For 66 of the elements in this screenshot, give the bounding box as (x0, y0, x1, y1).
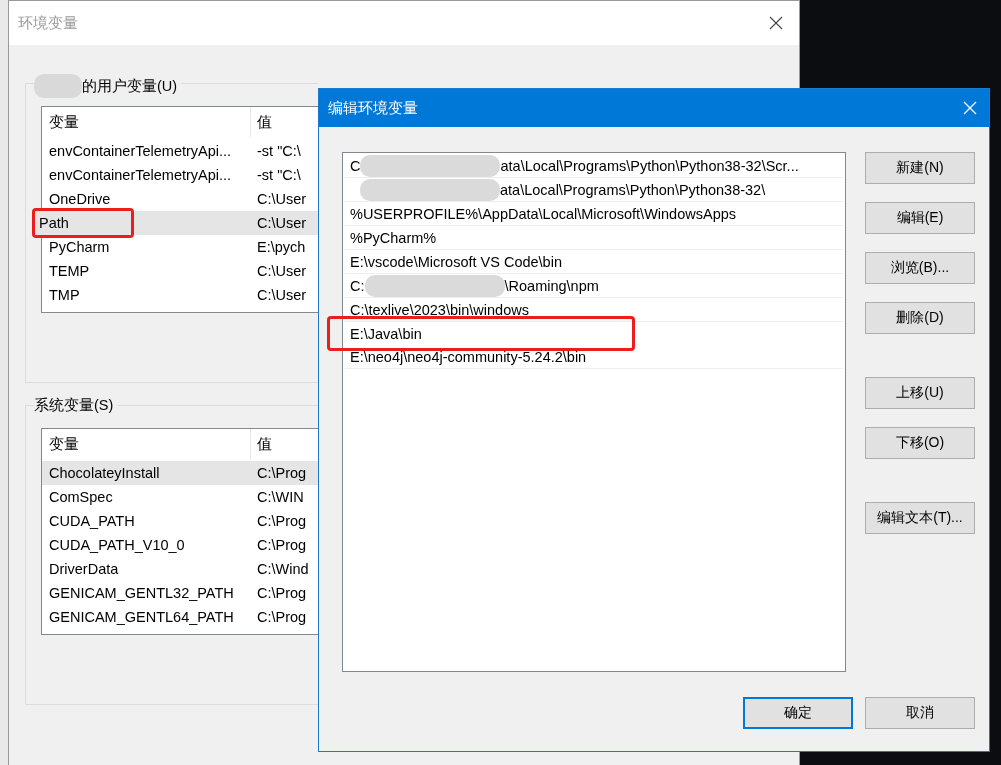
column-header[interactable]: 值 (251, 112, 319, 132)
variable-value: C:\User (256, 262, 308, 281)
window-title: 环境变量 (18, 13, 78, 33)
variable-name[interactable]: CUDA_PATH (42, 509, 251, 533)
variable-name[interactable]: TEMP (42, 259, 251, 283)
variable-name[interactable]: envContainerTelemetryApi... (42, 163, 251, 187)
variable-value: C:\Prog (251, 461, 319, 485)
variable-name[interactable]: PyCharm (42, 235, 251, 259)
action-button[interactable]: 浏览(B)... (865, 252, 975, 284)
group-label: 系统变量(S) (34, 396, 114, 415)
variable-name[interactable]: ChocolateyInstall (42, 461, 251, 485)
column-header[interactable]: 值 (251, 434, 319, 454)
path-entry[interactable]: E:\vscode\Microsoft VS Code\bin (345, 250, 843, 274)
dialog-title: 编辑环境变量 (328, 98, 418, 118)
path-entry[interactable]: C:\texlive\2023\bin\windows (345, 298, 843, 322)
action-button[interactable]: 编辑文本(T)... (865, 502, 975, 534)
variable-value: C:\Wind (256, 560, 310, 579)
path-text: E:\neo4j\neo4j-community-5.24.2\bin (350, 348, 587, 365)
path-text: %USERPROFILE%\AppData\Local\Microsoft\WindowsApps (350, 205, 736, 222)
column-header[interactable]: 变量 (42, 429, 251, 459)
variable-name[interactable]: GENICAM_GENTL32_PATH (42, 581, 251, 605)
path-entry[interactable]: C ata\Local\Programs\Python\Python38-32\Scr... (345, 154, 843, 178)
variable-value: C:\User (256, 286, 308, 305)
action-button[interactable]: 编辑(E) (865, 202, 975, 234)
variable-value: E:\pych (256, 238, 307, 257)
action-button[interactable]: 下移(O) (865, 427, 975, 459)
variable-value: -st "C:\ (256, 142, 302, 161)
column-header[interactable]: 变量 (42, 107, 251, 137)
path-text: ata\Local\Programs\Python\Python38-32\Scr... (500, 157, 799, 174)
variable-name[interactable]: OneDrive (42, 187, 251, 211)
close-icon[interactable] (769, 16, 783, 30)
path-text: %PyCharm% (350, 229, 437, 246)
variable-value: C:\Prog (256, 608, 308, 627)
action-button[interactable]: 上移(U) (865, 377, 975, 409)
action-button[interactable]: 删除(D) (865, 302, 975, 334)
path-entry[interactable]: E:\Java\bin (345, 322, 840, 345)
path-entry[interactable]: %PyCharm% (345, 226, 843, 250)
variable-value: -st "C:\ (256, 166, 302, 185)
variable-value: C:\WIN (256, 488, 305, 507)
variable-name[interactable]: GENICAM_GENTL64_PATH (42, 605, 251, 629)
path-entry[interactable]: E:\neo4j\neo4j-community-5.24.2\bin (345, 345, 843, 369)
variable-value: C:\User (251, 211, 319, 235)
variable-name[interactable]: CUDA_PATH_V10_0 (42, 533, 251, 557)
path-text: C:\texlive\2023\bin\windows (350, 301, 529, 318)
variable-name[interactable]: envContainerTelemetryApi... (42, 139, 251, 163)
path-text: E:\Java\bin (350, 325, 422, 342)
path-entry[interactable]: ata\Local\Programs\Python\Python38-32\ (345, 178, 843, 202)
group-label: 的用户变量(U) (82, 76, 178, 96)
path-text: \Roaming\npm (504, 277, 599, 294)
variable-name[interactable]: Path (35, 211, 131, 235)
path-entry[interactable]: %USERPROFILE%\AppData\Local\Microsoft\WindowsApps (345, 202, 843, 226)
variable-name[interactable]: DriverData (42, 557, 251, 581)
path-text: C (350, 157, 361, 174)
path-entry[interactable]: C: \Roaming\npm (345, 274, 843, 298)
variable-value: C:\User (256, 190, 308, 209)
dialog-button[interactable]: 取消 (865, 697, 975, 729)
path-text: E:\vscode\Microsoft VS Code\bin (350, 253, 562, 270)
path-text: C: (350, 277, 365, 294)
variable-value: C:\Prog (256, 536, 308, 555)
dialog-button[interactable]: 确定 (743, 697, 853, 729)
path-text: ata\Local\Programs\Python\Python38-32\ (500, 181, 766, 198)
variable-value: C:\Prog (256, 584, 308, 603)
variable-name[interactable]: ComSpec (42, 485, 251, 509)
variable-name[interactable]: TMP (42, 283, 251, 307)
variable-value: C:\Prog (256, 512, 308, 531)
action-button[interactable]: 新建(N) (865, 152, 975, 184)
